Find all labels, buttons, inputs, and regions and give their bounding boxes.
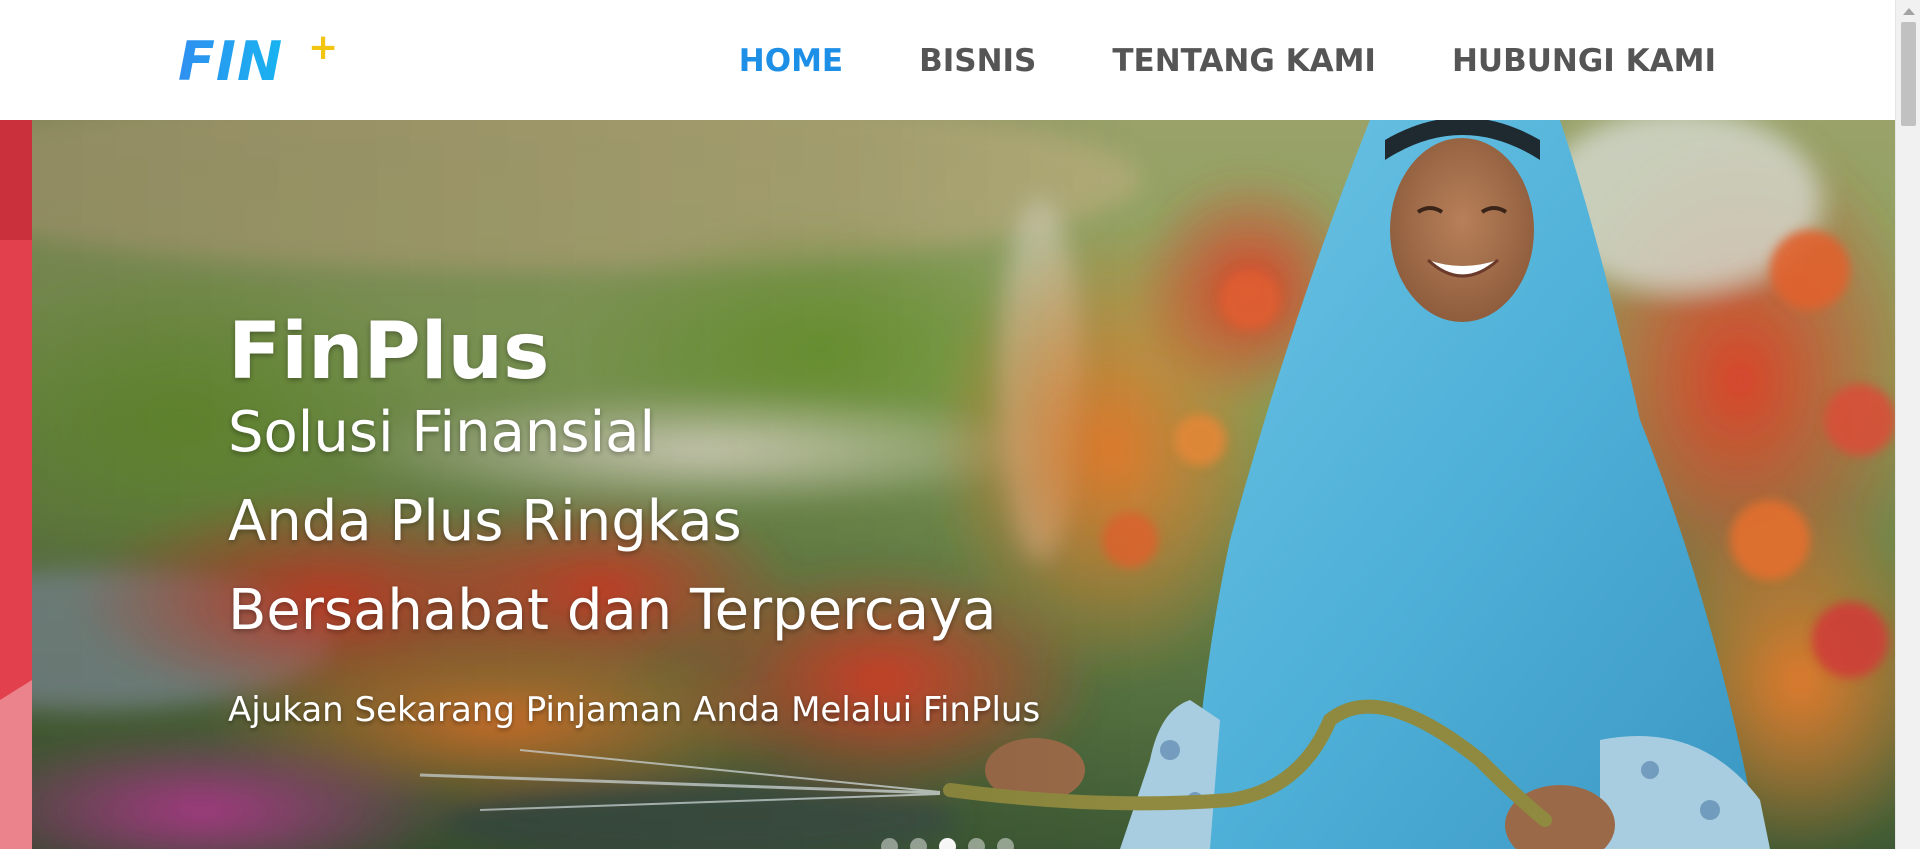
- hero-tagline-line-3: Bersahabat dan Terpercaya: [228, 578, 997, 643]
- hero-tagline-line-1: Solusi Finansial: [228, 400, 655, 465]
- carousel-dot-5[interactable]: [997, 838, 1014, 849]
- nav-home[interactable]: HOME: [739, 40, 843, 82]
- logo-plus-mark: +: [308, 27, 339, 68]
- scrollbar-thumb[interactable]: [1901, 22, 1916, 126]
- main-nav: HOME BISNIS TENTANG KAMI HUBUNGI KAMI: [663, 40, 1716, 82]
- hero-title: FinPlus: [228, 307, 550, 398]
- nav-hubungi-kami[interactable]: HUBUNGI KAMI: [1452, 40, 1716, 82]
- hero-subtitle: Ajukan Sekarang Pinjaman Anda Melalui Fi…: [228, 690, 1041, 730]
- hero-tagline-line-2: Anda Plus Ringkas: [228, 489, 742, 554]
- carousel-dot-3[interactable]: [939, 838, 956, 849]
- carousel-indicators: [881, 838, 1014, 849]
- finplus-logo[interactable]: FIN +: [178, 30, 338, 93]
- nav-tentang-kami[interactable]: TENTANG KAMI: [1112, 40, 1376, 82]
- nav-bisnis[interactable]: BISNIS: [919, 40, 1036, 82]
- top-navbar: FIN + HOME BISNIS TENTANG KAMI HUBUNGI K…: [0, 0, 1895, 120]
- carousel-dot-1[interactable]: [881, 838, 898, 849]
- page-scrollbar[interactable]: [1895, 0, 1920, 849]
- carousel-dot-4[interactable]: [968, 838, 985, 849]
- scroll-up-arrow-icon[interactable]: [1903, 8, 1915, 15]
- hero-carousel[interactable]: FinPlus Solusi Finansial Anda Plus Ringk…: [0, 120, 1895, 849]
- logo-text: FIN: [178, 30, 284, 93]
- page: FIN + HOME BISNIS TENTANG KAMI HUBUNGI K…: [0, 0, 1895, 849]
- hero-overlay: [0, 120, 1895, 849]
- red-side-accent: [0, 120, 32, 849]
- carousel-dot-2[interactable]: [910, 838, 927, 849]
